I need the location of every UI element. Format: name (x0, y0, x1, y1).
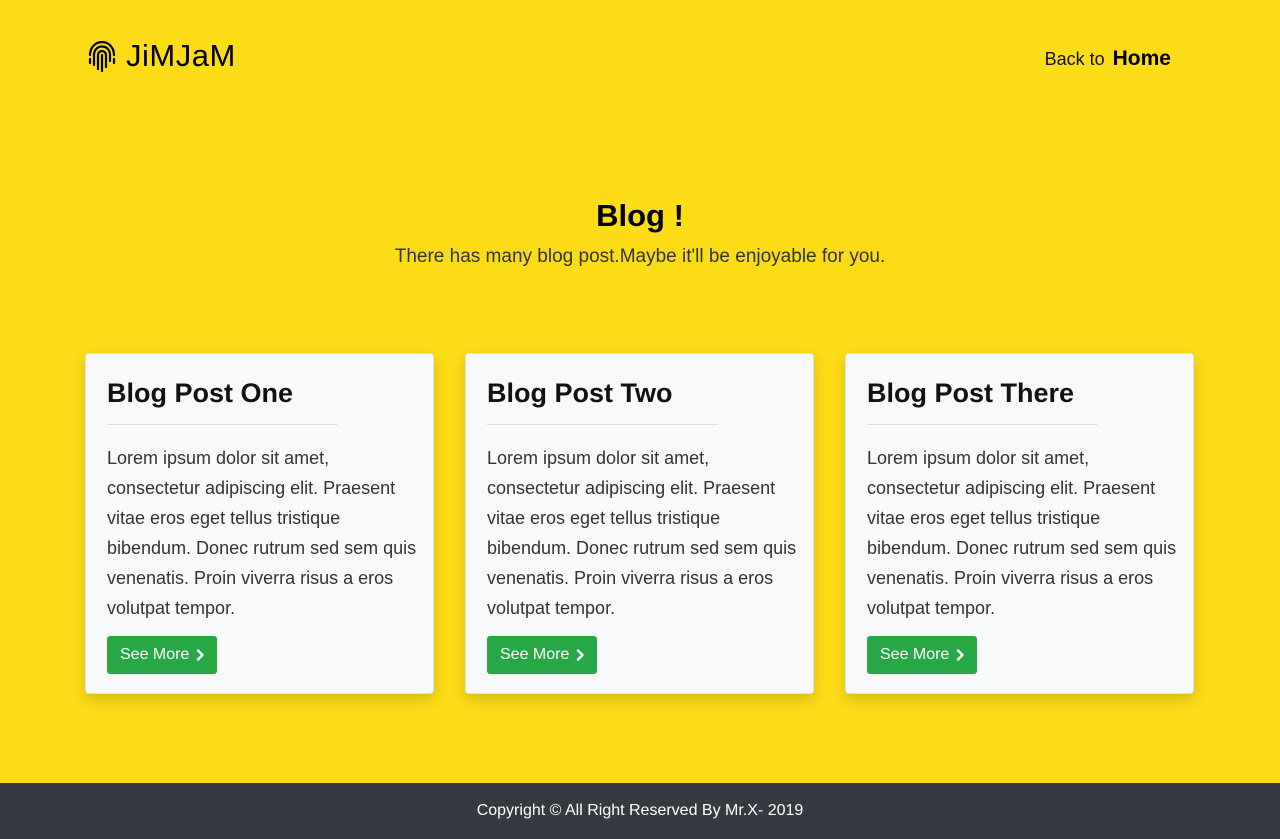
blog-post-excerpt: Lorem ipsum dolor sit amet, consectetur … (107, 448, 417, 618)
blog-post-title: Blog Post One (107, 378, 294, 408)
blog-post-excerpt: Lorem ipsum dolor sit amet, consectetur … (487, 448, 797, 618)
blog-post-list: Blog Post One Lorem ipsum dolor sit amet… (85, 353, 1194, 694)
blog-post-title: Blog Post There (867, 378, 1075, 408)
blog-post-card-one: Blog Post One Lorem ipsum dolor sit amet… (85, 353, 434, 694)
see-more-label: See More (500, 646, 570, 663)
page-title: Blog ! (596, 198, 684, 233)
see-more-label: See More (880, 646, 950, 663)
see-more-label: See More (120, 646, 190, 663)
blog-post-card-two: Blog Post Two Lorem ipsum dolor sit amet… (465, 353, 814, 694)
brand-name: JiMJaM (126, 38, 236, 73)
nav-back-home: Back to Home (1045, 47, 1171, 71)
blog-post-excerpt: Lorem ipsum dolor sit amet, consectetur … (867, 448, 1177, 618)
see-more-button[interactable]: See More (107, 636, 218, 674)
see-more-button[interactable]: See More (487, 636, 598, 674)
home-link[interactable]: Home (1113, 47, 1171, 71)
blog-post-card-three: Blog Post There Lorem ipsum dolor sit am… (845, 353, 1194, 694)
chevron-right-icon (957, 649, 965, 661)
back-to-label: Back to (1044, 49, 1105, 69)
footer: Copyright © All Right Reserved By Mr.X- … (0, 783, 1280, 839)
chevron-right-icon (577, 649, 585, 661)
copyright-text: Copyright © All Right Reserved By Mr.X- … (476, 802, 804, 819)
see-more-button[interactable]: See More (867, 636, 978, 674)
title-divider (107, 424, 338, 425)
navbar: JiMJaM Back to Home (0, 0, 1280, 120)
title-divider (867, 424, 1098, 425)
brand-logo-link[interactable]: JiMJaM (86, 38, 236, 74)
blog-post-title: Blog Post Two (487, 378, 673, 408)
title-divider (487, 424, 718, 425)
chevron-right-icon (197, 649, 205, 661)
fingerprint-icon (88, 40, 116, 73)
blog-hero: Blog ! There has many blog post.Maybe it… (0, 198, 1280, 268)
page-subtitle: There has many blog post.Maybe it'll be … (394, 246, 886, 267)
